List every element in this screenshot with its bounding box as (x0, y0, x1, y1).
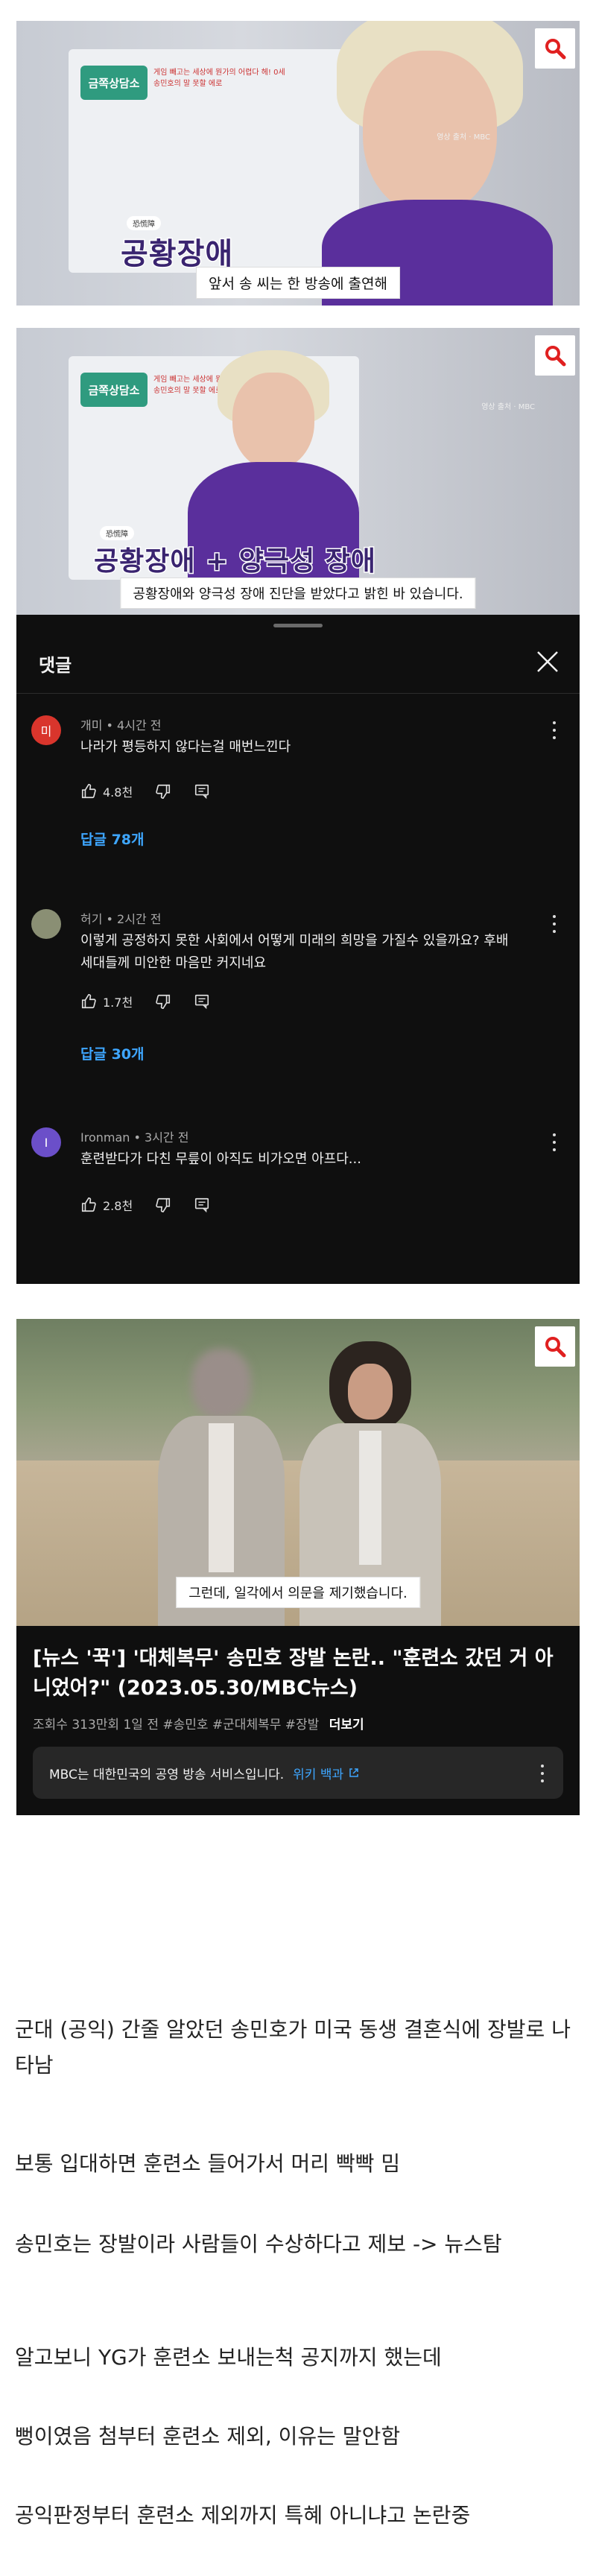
article-paragraph: 송민호는 장발이라 사람들이 수상하다고 제보 -> 뉴스탐 (15, 2232, 502, 2256)
reply-icon (195, 994, 209, 1010)
search-icon (545, 39, 566, 60)
comment-item: 미 개미 • 4시간 전 나라가 평등하지 않다는걸 매번느낀다 4.8천 답글… (16, 715, 580, 864)
replies-link[interactable]: 답글 30개 (80, 1043, 145, 1063)
divider (16, 693, 580, 694)
external-link-icon (349, 1768, 358, 1777)
watermark: 영상 출처 · MBC (437, 133, 490, 142)
more-link[interactable]: 더보기 (329, 1718, 364, 1732)
watermark: 영상 출처 · MBC (481, 403, 535, 411)
reply-button[interactable] (194, 783, 210, 800)
thumbs-down-icon (156, 994, 171, 1009)
avatar[interactable]: 미 (31, 715, 61, 745)
tree-background (16, 1319, 580, 1461)
search-icon (545, 1337, 566, 1358)
replies-link[interactable]: 답글 78개 (80, 829, 145, 849)
dislike-button[interactable] (155, 783, 171, 800)
video-meta-text: 조회수 313만회 1일 전 #송민호 #군대체복무 #장발 (33, 1718, 320, 1732)
comment-meta: 허기 • 2시간 전 (80, 912, 162, 926)
thumbs-up-icon (81, 994, 96, 1009)
search-button[interactable] (535, 1326, 575, 1367)
drag-handle[interactable] (273, 624, 323, 627)
comment-text: 훈련받다가 다친 무릎이 아직도 비가오면 아프다... (80, 1151, 361, 1167)
hanja-tag: 恐慌障 (100, 526, 134, 540)
close-icon[interactable] (535, 649, 560, 674)
article-paragraph: 알고보니 YG가 훈련소 보내는척 공지까지 했는데 (15, 2345, 442, 2370)
comment-actions: 4.8천 (80, 782, 232, 800)
reply-icon (195, 784, 209, 800)
search-icon (545, 346, 566, 367)
show-logo: 금쪽상담소 (80, 373, 148, 407)
subtitle: 그런데, 일각에서 의문을 제기했습니다. (176, 1577, 420, 1608)
dislike-button[interactable] (155, 1197, 171, 1213)
video-title[interactable]: [뉴스 '꾹'] '대체복무' 송민호 장발 논란.. "훈련소 갔던 거 아니… (33, 1644, 563, 1703)
comment-meta: Ironman • 3시간 전 (80, 1130, 189, 1145)
comment-text: 이렇게 공정하지 못한 사회에서 어떻게 미래의 희망을 가질수 있을까요? 후… (80, 933, 509, 971)
article-paragraph: 공익판정부터 훈련소 제외까지 특혜 아니냐고 논란중 (15, 2503, 471, 2528)
video-frame-2: 금쪽상담소 게임 빼고는 세상에 뭔가의 어렵다 헤! 0세 송민호의 말 못할… (16, 328, 580, 615)
thumbs-down-icon (156, 784, 171, 799)
like-button[interactable]: 1.7천 (80, 993, 133, 1010)
comment-item: 허기 • 2시간 전 이렇게 공정하지 못한 사회에서 어떻게 미래의 희망을 … (16, 909, 580, 1080)
article-paragraph: 군대 (공익) 간줄 알았던 송민호가 미국 동생 결혼식에 장발로 나타남 (15, 2017, 571, 2077)
big-caption: 공황장애 + 양극성 장애 (93, 545, 377, 578)
thumbs-up-icon (81, 784, 96, 799)
reply-icon (195, 1197, 209, 1213)
comments-panel: 댓글 미 개미 • 4시간 전 나라가 평등하지 않다는걸 매번느낀다 4.8천… (16, 615, 580, 1284)
like-count: 2.8천 (103, 1199, 133, 1213)
hanja-tag: 恐慌障 (127, 216, 161, 230)
avatar[interactable] (31, 909, 61, 939)
more-icon[interactable] (551, 1133, 557, 1151)
show-caption: 게임 빼고는 세상에 뭔가의 어렵다 헤! 0세 송민호의 말 못할 에로 (153, 69, 285, 88)
subtitle: 공황장애와 양극성 장애 진단을 받았다고 밝힌 바 있습니다. (120, 577, 476, 609)
info-panel: MBC는 대한민국의 공영 방송 서비스입니다. 위키 백과 (33, 1747, 563, 1799)
video-thumbnail[interactable]: 그런데, 일각에서 의문을 제기했습니다. (16, 1319, 580, 1626)
article-paragraph: 보통 입대하면 훈련소 들어가서 머리 빡빡 밈 (15, 2151, 401, 2176)
avatar[interactable]: I (31, 1127, 61, 1157)
comment-actions: 1.7천 (80, 993, 232, 1010)
comments-title: 댓글 (39, 655, 72, 676)
video-meta: 조회수 313만회 1일 전 #송민호 #군대체복무 #장발 더보기 (33, 1714, 364, 1732)
more-icon[interactable] (551, 915, 557, 933)
more-icon[interactable] (551, 721, 557, 739)
thumbs-down-icon (156, 1197, 171, 1212)
search-button[interactable] (535, 335, 575, 376)
reply-button[interactable] (194, 1197, 210, 1213)
like-button[interactable]: 4.8천 (80, 782, 133, 800)
comment-actions: 2.8천 (80, 1196, 232, 1214)
dislike-button[interactable] (155, 993, 171, 1010)
search-button[interactable] (535, 28, 575, 69)
subtitle: 앞서 송 씨는 한 방송에 출연해 (196, 267, 400, 299)
show-logo: 금쪽상담소 (80, 66, 148, 100)
person (307, 21, 553, 306)
thumbs-up-icon (81, 1197, 96, 1212)
like-count: 4.8천 (103, 785, 133, 800)
info-text: MBC는 대한민국의 공영 방송 서비스입니다. (49, 1767, 285, 1782)
reply-button[interactable] (194, 993, 210, 1010)
like-count: 1.7천 (103, 996, 133, 1010)
comment-meta: 개미 • 4시간 전 (80, 718, 162, 732)
news-video-card: 그런데, 일각에서 의문을 제기했습니다. [뉴스 '꾹'] '대체복무' 송민… (16, 1319, 580, 1815)
video-frame-1: 금쪽상담소 게임 빼고는 세상에 뭔가의 어렵다 헤! 0세 송민호의 말 못할… (16, 21, 580, 306)
like-button[interactable]: 2.8천 (80, 1196, 133, 1214)
article-paragraph: 뻥이였음 첨부터 훈련소 제외, 이유는 말안함 (15, 2424, 401, 2449)
comment-item: I Ironman • 3시간 전 훈련받다가 다친 무릎이 아직도 비가오면 … (16, 1127, 580, 1232)
comment-text: 나라가 평등하지 않다는걸 매번느낀다 (80, 739, 291, 755)
wiki-link[interactable]: 위키 백과 (293, 1764, 343, 1782)
more-icon[interactable] (539, 1765, 545, 1782)
